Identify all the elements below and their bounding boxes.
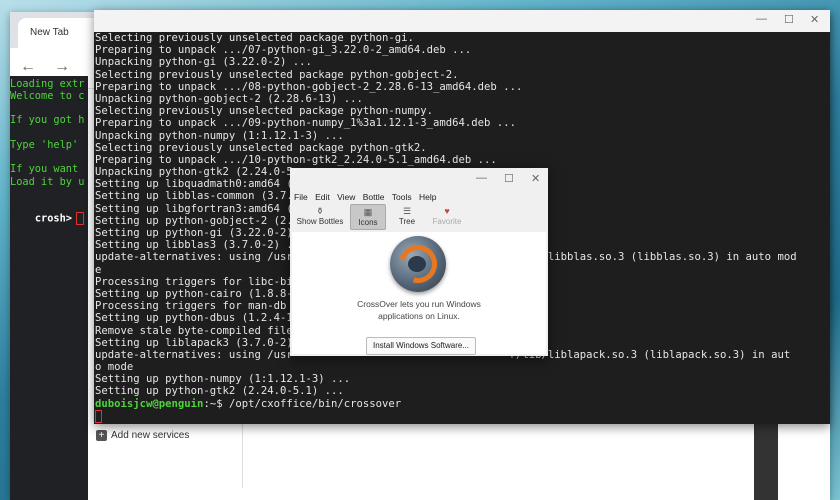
menu-help[interactable]: Help (419, 192, 436, 202)
bottles-icon: ⚱ (316, 206, 324, 216)
crossover-toolbar: ⚱ Show Bottles ▦ Icons ☰ Tree ♥ Favorite (292, 204, 546, 230)
terminal-line: Selecting previously unselected package … (95, 68, 459, 81)
crosh-line: Load it by u (10, 176, 85, 188)
crossover-logo (390, 236, 446, 292)
close-icon[interactable]: ✕ (531, 172, 540, 185)
terminal-line: Unpacking python-gobject-2 (2.28.6-13) .… (95, 92, 363, 105)
crosh-line: Loading extr (10, 78, 85, 90)
icons-view-button[interactable]: ▦ Icons (350, 204, 386, 230)
crossover-titlebar[interactable]: — ☐ ✕ (290, 168, 548, 190)
crosh-prompt: crosh> (34, 212, 73, 225)
logo-center (408, 256, 426, 272)
menu-file[interactable]: File (294, 192, 308, 202)
message-line-1: CrossOver lets you run Windows (357, 299, 481, 309)
crosh-terminal[interactable]: Loading extr Welcome to c If you got h T… (10, 76, 88, 500)
tree-view-button[interactable]: ☰ Tree (392, 204, 422, 230)
message-line-2: applications on Linux. (378, 311, 460, 321)
add-new-services-label: Add new services (111, 430, 190, 441)
maximize-icon[interactable]: ☐ (504, 172, 514, 185)
maximize-icon[interactable]: ☐ (784, 13, 794, 26)
show-bottles-button[interactable]: ⚱ Show Bottles (292, 204, 348, 230)
terminal-line: Setting up python-gtk2 (2.24.0-5.1) ... (95, 385, 344, 398)
grid-icon: ▦ (363, 207, 373, 217)
terminal-line: Preparing to unpack .../09-python-numpy_… (95, 117, 516, 130)
background-window-edge (754, 424, 778, 500)
show-bottles-label: Show Bottles (296, 217, 344, 226)
terminal-prompt-line: duboisjcw@penguin:~$ /opt/cxoffice/bin/c… (95, 398, 830, 410)
terminal-line: Unpacking python-numpy (1:1.12.1-3) ... (95, 129, 344, 142)
list-icon: ☰ (402, 206, 412, 216)
minimize-icon[interactable]: — (476, 172, 487, 184)
terminal-prompt-user: duboisjcw@penguin (95, 397, 204, 410)
terminal-line: Preparing to unpack .../10-python-gtk2_2… (95, 153, 497, 166)
crosh-line: Type 'help' (10, 139, 79, 151)
cursor (95, 409, 102, 423)
heart-icon: ♥ (444, 206, 450, 216)
crosh-line: If you got h (10, 114, 85, 126)
plus-icon: + (96, 430, 107, 441)
add-new-services-button[interactable]: + Add new services (96, 430, 189, 441)
terminal-line: Selecting previously unselected package … (95, 105, 434, 118)
crossover-content: CrossOver lets you run Windows applicati… (292, 232, 546, 355)
terminal-line: Setting up python-numpy (1:1.12.1-3) ... (95, 373, 351, 386)
tree-label: Tree (398, 217, 416, 226)
terminal-line: Selecting previously unselected package … (95, 32, 414, 44)
minimize-icon[interactable]: — (756, 13, 767, 25)
terminal-line: o mode (95, 361, 134, 374)
icons-label: Icons (358, 218, 378, 227)
crosh-line: Welcome to c (10, 90, 85, 102)
terminal-cursor-line (95, 409, 830, 423)
menu-bottle[interactable]: Bottle (363, 192, 385, 202)
terminal-line: Preparing to unpack .../07-python-gi_3.2… (95, 44, 472, 57)
crosh-line: If you want (10, 163, 79, 175)
crossover-window: — ☐ ✕ File Edit View Bottle Tools Help ⚱… (290, 168, 548, 356)
terminal-line: Selecting previously unselected package … (95, 141, 427, 154)
crosh-prompt-line: crosh> (10, 200, 85, 237)
menu-view[interactable]: View (337, 192, 355, 202)
menu-edit[interactable]: Edit (315, 192, 330, 202)
crossover-message: CrossOver lets you run Windows applicati… (292, 298, 546, 322)
terminal-command: :~$ /opt/cxoffice/bin/crossover (203, 397, 402, 410)
close-icon[interactable]: ✕ (810, 13, 819, 26)
favorite-button[interactable]: ♥ Favorite (428, 204, 466, 230)
cursor (76, 212, 85, 225)
crossover-menubar: File Edit View Bottle Tools Help (294, 192, 441, 202)
menu-tools[interactable]: Tools (392, 192, 412, 202)
back-arrow-icon[interactable]: ← (20, 58, 36, 76)
terminal-titlebar[interactable]: — ☐ ✕ (94, 10, 830, 32)
favorite-label: Favorite (432, 217, 462, 226)
terminal-line: Unpacking python-gi (3.22.0-2) ... (95, 56, 312, 69)
terminal-line: Preparing to unpack .../08-python-gobjec… (95, 80, 523, 93)
install-windows-software-button[interactable]: Install Windows Software... (366, 337, 476, 355)
forward-arrow-icon[interactable]: → (54, 58, 70, 76)
